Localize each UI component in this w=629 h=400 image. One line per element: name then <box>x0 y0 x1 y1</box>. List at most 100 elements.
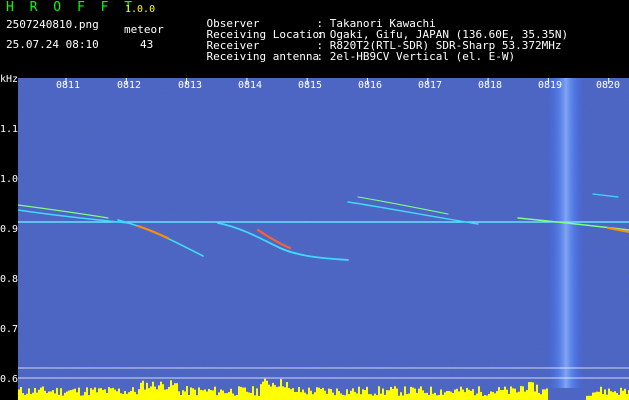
level-bar <box>200 389 202 400</box>
level-bar <box>318 387 320 400</box>
level-bar <box>620 387 622 400</box>
level-bar <box>336 388 338 400</box>
level-bar <box>618 394 620 400</box>
level-bar <box>236 394 238 400</box>
level-bar <box>98 388 100 400</box>
level-bar <box>470 390 472 400</box>
level-bar <box>172 385 174 400</box>
level-bar <box>588 395 590 400</box>
level-bar <box>54 393 56 400</box>
level-bar <box>322 387 324 400</box>
level-bar <box>528 382 530 400</box>
level-bar <box>112 387 114 400</box>
level-bar <box>374 393 376 400</box>
level-bar <box>286 382 288 400</box>
level-bar <box>290 389 292 400</box>
level-bar <box>330 389 332 400</box>
level-bar <box>114 389 116 400</box>
level-bar <box>448 390 450 400</box>
level-bar <box>464 392 466 400</box>
level-bar <box>90 388 92 400</box>
spectrogram-window: H R O F F T 1.0.0 2507240810.png meteor … <box>0 0 629 400</box>
level-bar <box>474 395 476 400</box>
level-bar <box>456 388 458 400</box>
level-bar <box>408 393 410 400</box>
level-bar <box>488 393 490 400</box>
level-bar <box>260 384 262 400</box>
level-bar <box>78 387 80 400</box>
level-bar <box>192 388 194 400</box>
level-bar <box>586 395 588 400</box>
level-bar <box>430 386 432 400</box>
level-bar <box>140 382 142 400</box>
x-tick-0819: 0819 <box>538 80 563 91</box>
meteor-count: 43 <box>140 38 154 51</box>
level-bar <box>316 387 318 400</box>
level-bar <box>432 393 434 400</box>
level-bar <box>400 392 402 400</box>
level-bar <box>332 392 334 400</box>
level-bar <box>518 391 520 400</box>
level-bar <box>148 388 150 400</box>
level-bar <box>130 390 132 400</box>
level-bar <box>592 392 594 400</box>
level-bar <box>68 390 70 400</box>
level-bar <box>436 395 438 400</box>
level-bar <box>404 386 406 400</box>
level-bar <box>48 391 50 400</box>
y-tick-0.7: 0.7 <box>0 324 19 335</box>
level-bar <box>418 388 420 400</box>
level-bar <box>270 386 272 400</box>
level-bar <box>420 386 422 400</box>
x-tick-0817: 0817 <box>418 80 443 91</box>
level-bar <box>540 394 542 400</box>
level-bar <box>466 387 468 400</box>
level-bar <box>174 383 176 400</box>
level-bar <box>492 392 494 400</box>
level-bar <box>354 391 356 400</box>
level-bar <box>380 393 382 400</box>
level-bar <box>314 392 316 400</box>
level-bar <box>178 391 180 400</box>
level-bar <box>102 389 104 400</box>
level-bar <box>366 386 368 400</box>
file-name: 2507240810.png <box>6 18 99 31</box>
level-bar <box>302 389 304 400</box>
level-bar <box>44 390 46 400</box>
level-bar <box>274 385 276 400</box>
level-bar <box>248 392 250 400</box>
level-bar <box>196 395 198 400</box>
level-bar <box>170 380 172 400</box>
level-bar <box>186 386 188 400</box>
level-bar <box>100 388 102 400</box>
level-bar <box>508 393 510 400</box>
timestamp: 25.07.24 08:10 <box>6 38 99 51</box>
level-bar <box>460 386 462 400</box>
level-bar <box>120 393 122 400</box>
level-bar <box>310 390 312 400</box>
level-bar <box>544 389 546 400</box>
level-bar <box>622 390 624 400</box>
level-bar <box>230 388 232 400</box>
level-bar <box>376 395 378 400</box>
level-bar <box>338 391 340 400</box>
y-tick-1.0: 1.0 <box>0 174 19 185</box>
level-bar <box>396 388 398 400</box>
level-bar <box>500 389 502 400</box>
level-bar <box>94 387 96 400</box>
level-bar <box>162 384 164 400</box>
x-tick-0815: 0815 <box>298 80 323 91</box>
level-bar <box>480 391 482 400</box>
level-bar <box>454 389 456 400</box>
level-bar <box>350 390 352 400</box>
level-bar <box>60 388 62 400</box>
level-bar <box>28 388 30 400</box>
level-bar <box>86 387 88 400</box>
level-bar <box>510 386 512 400</box>
level-bar <box>522 386 524 400</box>
level-bar <box>326 393 328 400</box>
level-bar <box>392 388 394 400</box>
level-bar <box>250 392 252 400</box>
level-bar <box>486 395 488 400</box>
level-bar <box>438 394 440 400</box>
